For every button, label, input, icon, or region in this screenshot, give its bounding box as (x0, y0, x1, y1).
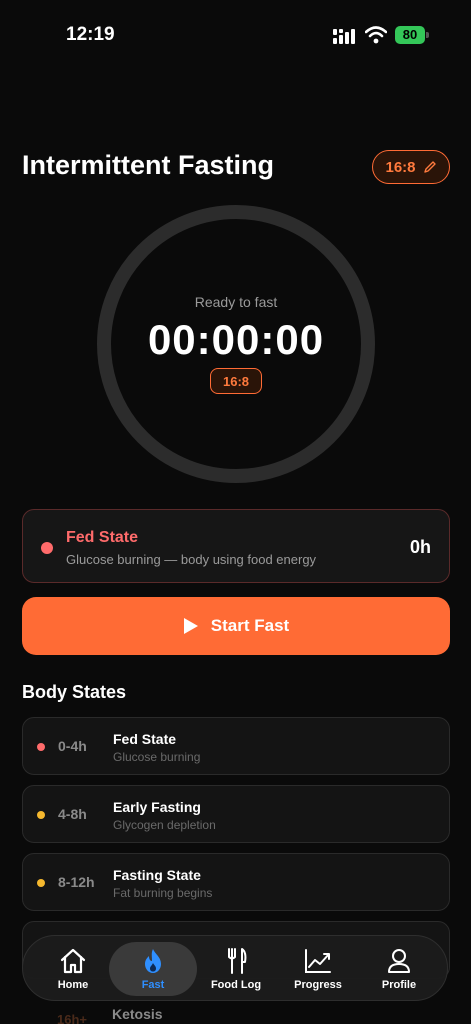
state-dot (37, 879, 45, 887)
state-desc: Glycogen depletion (113, 818, 216, 832)
timer-plan-badge: 16:8 (210, 368, 262, 394)
pencil-icon (423, 161, 436, 173)
status-time: 12:19 (66, 24, 115, 45)
state-name: Early Fasting (113, 799, 201, 815)
tab-label: Progress (294, 979, 342, 991)
page-title: Intermittent Fasting (22, 150, 275, 180)
state-name: Fed State (113, 731, 177, 747)
tab-label: Food Log (210, 979, 262, 991)
tab-label: Fast (141, 979, 165, 991)
start-fast-label: Start Fast (210, 616, 290, 635)
state-dot (37, 811, 45, 819)
body-state-row[interactable]: 4-8h Early Fasting Glycogen depletion (22, 785, 450, 843)
tab-food-log[interactable]: Food Log (192, 942, 280, 996)
body-state-row[interactable]: 8-12h Fasting State Fat burning begins (22, 853, 450, 911)
plan-edit-button[interactable]: 16:8 (372, 150, 450, 184)
wifi-icon (365, 26, 387, 44)
state-name: Fasting State (113, 867, 201, 883)
tab-progress[interactable]: Progress (274, 942, 362, 996)
tab-label: Profile (381, 979, 417, 991)
start-fast-button[interactable]: Start Fast (22, 597, 450, 655)
home-icon (60, 948, 86, 974)
battery-icon: 80 (395, 26, 431, 44)
state-range: 8-12h (58, 874, 95, 890)
state-description: Glucose burning — body using food energy (66, 552, 317, 567)
battery-level: 80 (395, 26, 425, 44)
play-icon (183, 618, 198, 634)
state-name: Ketosis (112, 1006, 163, 1022)
state-hours: 0h (409, 537, 431, 557)
state-dot (37, 743, 45, 751)
flame-icon (145, 949, 161, 973)
signal-icon (333, 29, 355, 44)
tab-profile[interactable]: Profile (355, 942, 443, 996)
tab-home[interactable]: Home (29, 942, 117, 996)
chart-line-icon (305, 949, 331, 973)
tab-bar: Home Fast Food Log Progress Profile (22, 935, 448, 1001)
state-title: Fed State (66, 529, 139, 546)
fork-knife-icon (228, 948, 247, 974)
status-bar: 12:19 80 (0, 0, 471, 70)
body-state-row[interactable]: 0-4h Fed State Glucose burning (22, 717, 450, 775)
timer-value: 00:00:00 (147, 316, 325, 363)
state-range: 16h+ (57, 1012, 87, 1024)
tab-fast[interactable]: Fast (109, 942, 197, 996)
state-desc: Fat burning begins (113, 886, 213, 900)
state-dot (41, 542, 53, 554)
body-state-row-ketosis[interactable]: 16h+ Ketosis (22, 1002, 450, 1024)
tab-label: Home (57, 979, 89, 991)
current-state-card: Fed State Glucose burning — body using f… (22, 509, 450, 583)
body-states-title: Body States (22, 682, 127, 702)
timer-status: Ready to fast (194, 294, 278, 310)
state-range: 0-4h (58, 738, 87, 754)
plan-label: 16:8 (385, 158, 416, 176)
state-desc: Glucose burning (113, 750, 201, 764)
state-range: 4-8h (58, 806, 87, 822)
person-icon (388, 949, 410, 973)
